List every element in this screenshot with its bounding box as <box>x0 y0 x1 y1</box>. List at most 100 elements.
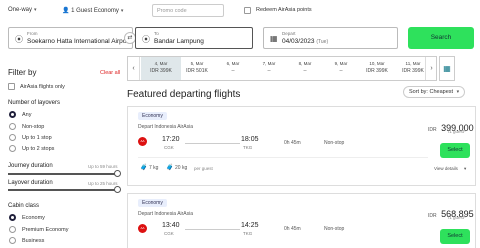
select-button[interactable]: Select <box>440 229 470 244</box>
chevron-left-icon[interactable]: ‹ <box>128 57 140 80</box>
sort-label: Sort by: <box>409 89 428 95</box>
layover-1stop-radio[interactable] <box>9 134 16 141</box>
departure-time: 13:40 <box>162 222 180 229</box>
route-line <box>185 229 240 230</box>
person-icon: 👤 <box>62 8 70 14</box>
checked-bag-icon: 🧳 <box>166 165 174 171</box>
location-pin-icon: ⦿ <box>15 35 23 44</box>
to-label: To <box>154 31 159 36</box>
airasia-only-label: AirAsia flights only <box>20 84 65 90</box>
depart-value: 04/03/2023 (Tue) <box>282 38 329 45</box>
from-value: Soekarno Hatta International Airpo <box>27 38 127 45</box>
checked-baggage: 20 kg <box>175 165 188 171</box>
duration: 0h 45m <box>284 140 301 146</box>
passengers-select[interactable]: 👤 1 Guest Economy ▾ <box>62 7 123 14</box>
cabin-economy-label: Economy <box>22 215 45 221</box>
calendar-icon: ▦ <box>270 34 278 43</box>
cabin-tag: Economy <box>138 112 167 120</box>
flight-card: Economy Depart Indonesia AirAsia AA 13:4… <box>127 193 476 248</box>
search-button[interactable]: Search <box>408 27 474 49</box>
select-button[interactable]: Select <box>440 143 470 158</box>
flight-card: Economy Depart Indonesia AirAsia AA 17:2… <box>127 106 476 186</box>
layover-any-label: Any <box>22 112 32 118</box>
layover-duration-handle[interactable] <box>114 186 121 193</box>
to-field[interactable]: ⦿ To Bandar Lampung <box>135 27 253 49</box>
layovers-title: Number of layovers <box>8 100 61 106</box>
date-cell[interactable]: 8, Mar -- <box>285 57 325 80</box>
airasia-only-checkbox[interactable] <box>8 83 15 90</box>
per-guest-note: per guest <box>194 166 213 171</box>
airline-line: Depart Indonesia AirAsia <box>138 124 194 130</box>
date-strip: ‹ 4, Mar IDR 399K 5, Mar IDR 501K 6, Mar --… <box>127 56 437 81</box>
journey-duration-hint: Up to 59 hours <box>88 164 118 169</box>
layover-duration-title: Layover duration <box>8 180 53 186</box>
page-title: Featured departing flights <box>127 89 241 100</box>
trip-type-label: One-way <box>8 7 33 13</box>
journey-duration-title: Journey duration <box>8 163 53 169</box>
date-cell[interactable]: 10, Mar IDR 399K <box>357 57 397 80</box>
arrival-time: 18:05 <box>241 136 259 143</box>
chevron-down-icon[interactable]: ▾ <box>464 166 466 172</box>
layover-2stops-label: Up to 2 stops <box>22 146 55 152</box>
departure-time: 17:20 <box>162 136 180 143</box>
departure-code: CGK <box>164 231 174 236</box>
date-cell[interactable]: 9, Mar -- <box>321 57 361 80</box>
date-cell[interactable]: 4, Mar IDR 399K <box>141 57 181 80</box>
cabin-baggage: 7 kg <box>149 165 159 171</box>
clear-all-link[interactable]: Clear all <box>100 70 120 76</box>
layover-1stop-label: Up to 1 stop <box>22 135 52 141</box>
depart-label: Depart <box>282 31 296 36</box>
passengers-label: 1 Guest Economy <box>71 8 119 14</box>
arrival-code: TKG <box>243 145 253 150</box>
layover-2stops-radio[interactable] <box>9 145 16 152</box>
per-guest: /1 guest* <box>448 129 466 134</box>
cabin-business-radio[interactable] <box>9 237 16 244</box>
calendar-icon[interactable]: ▦ <box>439 56 455 81</box>
date-cell[interactable]: 5, Mar IDR 501K <box>177 57 217 80</box>
cabin-premium-label: Premium Economy <box>22 227 69 233</box>
layover-duration-hint: Up to 25 hours <box>88 181 118 186</box>
stops: Non-stop <box>324 226 345 232</box>
cabin-bag-icon: 🧳 <box>140 165 148 171</box>
date-cell[interactable]: 6, Mar -- <box>213 57 253 80</box>
layover-nonstop-label: Non-stop <box>22 124 45 130</box>
layover-any-radio[interactable] <box>9 111 16 118</box>
filter-by-title: Filter by <box>8 68 37 77</box>
from-label: From <box>27 31 38 36</box>
date-cell[interactable]: 7, Mar -- <box>249 57 289 80</box>
location-pin-icon: ⦿ <box>142 35 150 44</box>
chevron-down-icon: ▾ <box>34 7 37 13</box>
cabin-business-label: Business <box>22 238 45 244</box>
arrival-code: TKG <box>243 231 253 236</box>
stops: Non-stop <box>324 140 345 146</box>
layover-nonstop-radio[interactable] <box>9 123 16 130</box>
chevron-down-icon: ▾ <box>456 89 460 95</box>
cabin-class-title: Cabin class <box>8 203 40 209</box>
layover-duration-slider[interactable] <box>8 189 120 191</box>
trip-type-select[interactable]: One-way ▾ <box>8 7 37 13</box>
journey-duration-handle[interactable] <box>114 170 121 177</box>
cabin-economy-radio[interactable] <box>9 214 16 221</box>
to-value: Bandar Lampung <box>154 38 204 45</box>
depart-date-field[interactable]: ▦ Depart 04/03/2023 (Tue) <box>263 27 398 49</box>
arrival-time: 14:25 <box>241 222 259 229</box>
route-line <box>185 143 240 144</box>
airline-line: Depart Indonesia AirAsia <box>138 211 194 217</box>
airasia-logo: AA <box>138 224 147 233</box>
chevron-down-icon: ▾ <box>120 8 124 14</box>
divider <box>138 157 428 158</box>
redeem-points-checkbox[interactable] <box>244 7 251 14</box>
cabin-premium-radio[interactable] <box>9 226 16 233</box>
from-field[interactable]: ⦿ From Soekarno Hatta International Airp… <box>8 27 133 49</box>
departure-code: CGK <box>164 145 174 150</box>
journey-duration-slider[interactable] <box>8 173 120 175</box>
sort-dropdown[interactable]: Sort by: Cheapest ▾ <box>403 86 466 98</box>
view-details-link[interactable]: View details <box>434 166 458 171</box>
airasia-logo: AA <box>138 137 147 146</box>
promo-code-input[interactable]: Promo code <box>152 4 224 17</box>
per-guest: /1 guest* <box>448 215 466 220</box>
chevron-right-icon[interactable]: › <box>425 57 437 80</box>
sort-value: Cheapest <box>429 89 454 95</box>
cabin-tag: Economy <box>138 199 167 207</box>
duration: 0h 45m <box>284 226 301 232</box>
